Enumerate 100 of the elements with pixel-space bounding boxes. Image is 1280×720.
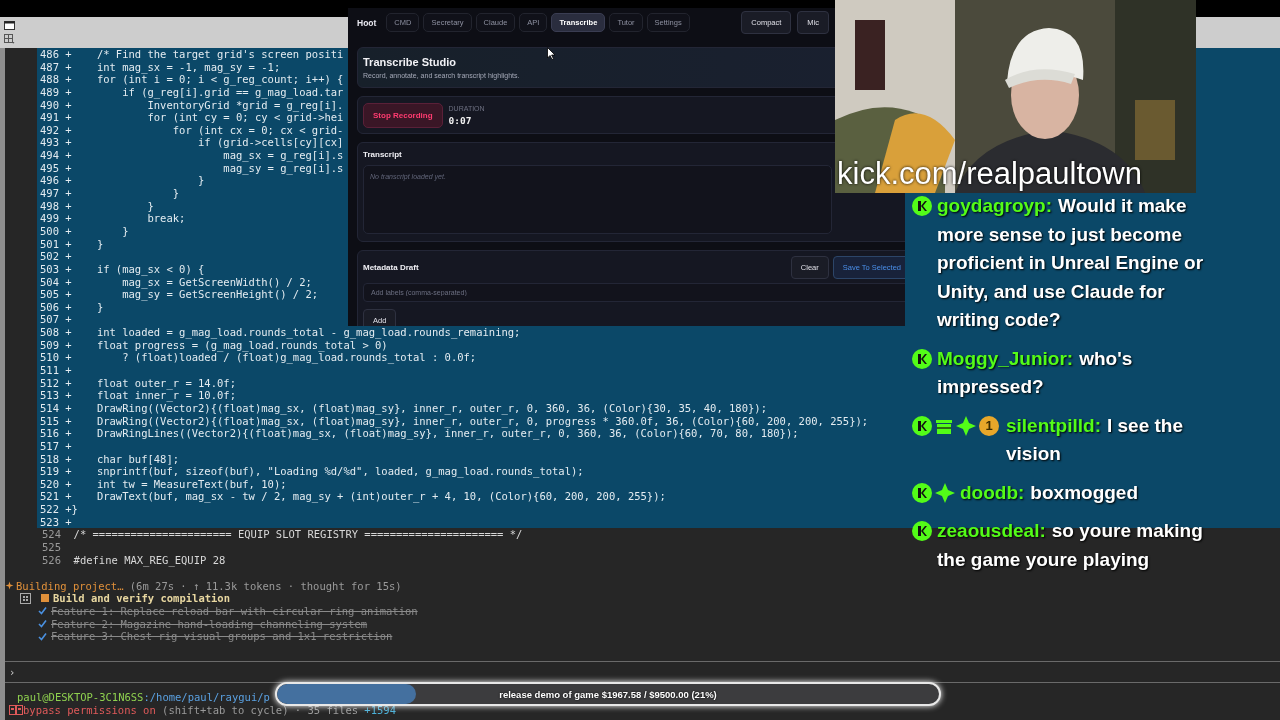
line-number: 489 — [40, 85, 59, 99]
diff-marker: + — [65, 199, 72, 213]
diff-marker: + — [65, 427, 72, 440]
permissions-icon — [9, 705, 23, 716]
status-detail: (6m 27s · ↑ 11.3k tokens · thought for 15s) — [129, 579, 402, 592]
code-line: } — [71, 503, 78, 516]
diff-marker: + — [65, 503, 72, 516]
badge-icon — [912, 415, 932, 436]
code-line: float inner_r = 10.0f; — [95, 389, 236, 402]
spinner-icon — [5, 581, 14, 591]
line-number: 523 — [40, 515, 59, 529]
diff-marker: + — [65, 490, 72, 504]
diff-marker: + — [65, 477, 72, 491]
line-number: 497 — [40, 187, 59, 200]
line-number: 508 — [40, 326, 59, 339]
diff-marker: + — [65, 237, 72, 251]
diff-marker: + — [65, 187, 72, 200]
line-number: 515 — [40, 414, 59, 428]
line-number: 516 — [40, 427, 59, 440]
code-line: snprintf(buf, sizeof(buf), "Loading %d/%d", loaded, g_mag_load.rounds_total); — [95, 465, 584, 478]
code-line: if (g_reg[i].grid == g_mag_load.tar — [121, 85, 344, 99]
window-icon — [4, 21, 15, 30]
code-line: DrawRing((Vector2){(float)mag_sx, (float)mag_sy}, inner_r, outer_r, 0, 360, 36, (Color){30, 35, 40, 180}); — [95, 401, 767, 415]
code-line: #define MAX_REG_EQUIP 28 — [73, 553, 226, 567]
code-line: } — [95, 300, 104, 314]
diff-marker: + — [65, 465, 72, 478]
line-number: 488 — [40, 73, 59, 86]
app-brand: Hoot — [357, 17, 377, 28]
diff-marker: + — [65, 338, 72, 352]
diff-marker: + — [65, 414, 72, 428]
code-line: } — [197, 174, 205, 188]
line-number: 507 — [40, 313, 59, 327]
line-number: 498 — [40, 199, 59, 213]
line-number: 518 — [40, 452, 59, 466]
sparkle-icon — [935, 482, 955, 503]
code-line: /* Find the target grid's screen positi — [95, 48, 344, 61]
code-line: mag_sy = GetScreenHeight() / 2; — [121, 288, 319, 301]
task-text: Feature 1: Replace reload bar with circular ring animation — [51, 605, 418, 617]
diff-marker: + — [65, 439, 72, 453]
line-number: 486 — [40, 48, 59, 61]
line-number: 511 — [40, 364, 59, 377]
diff-marker: + — [65, 275, 72, 289]
sparkle-icon — [956, 415, 976, 436]
line-number: 487 — [40, 60, 59, 74]
code-line: DrawRing((Vector2){(float)mag_sx, (float)mag_sy}, inner_r, outer_r, 0, progress * 360.0f, 36, (Color){60, 200, 200, 255}); — [95, 414, 869, 428]
line-number: 495 — [40, 161, 59, 175]
line-number: 502 — [40, 250, 59, 263]
line-number: 494 — [40, 149, 59, 162]
diff-marker: + — [65, 351, 72, 364]
line-number: 519 — [40, 465, 59, 478]
line-number: 499 — [40, 212, 59, 225]
code-line: DrawText(buf, mag_sx - tw / 2, mag_sy + (int)outer_r + 4, 10, (Color){60, 200, 200, 255}); — [95, 490, 666, 504]
diff-marker: + — [65, 136, 72, 150]
diff-marker: + — [65, 326, 72, 339]
code-line: } — [121, 224, 129, 238]
diff-marker: + — [65, 48, 72, 61]
current-path: :/home/paul/raygui/p — [143, 690, 270, 704]
diff-marker: + — [65, 85, 72, 99]
permission-mode: bypass permissions on — [23, 703, 156, 717]
line-number: 503 — [40, 262, 59, 276]
code-line: mag_sx = g_reg[i].s — [222, 149, 344, 162]
code-line: mag_sy = g_reg[i].s — [222, 161, 344, 175]
diff-marker: + — [65, 364, 72, 377]
line-number: 517 — [40, 439, 59, 453]
code-line: for (int i = 0; i < g_reg_count; i++) { — [95, 73, 344, 86]
line-number: 506 — [40, 300, 59, 314]
mode-hint: (shift+tab to cycle) · 35 files — [162, 703, 359, 717]
code-line: int loaded = g_mag_load.rounds_total - g_mag_load.rounds_remaining; — [95, 326, 521, 339]
diff-marker: + — [65, 212, 72, 225]
card-title: Metadata Draft — [363, 263, 420, 272]
code-line: DrawRingLines((Vector2){(float)mag_sx, (float)mag_sy}, inner_r, outer_r, 0, 360, 36, (Color){60, 70, 80, 180}); — [95, 427, 799, 440]
diff-marker: + — [65, 123, 72, 137]
line-number: 521 — [40, 490, 59, 504]
code-line: } — [171, 187, 180, 200]
code-line: } — [146, 199, 154, 213]
diff-marker: + — [65, 174, 72, 188]
chat-message: Moggy_Junior: who's impressed? — [937, 346, 1134, 399]
line-number: 493 — [40, 136, 59, 150]
code-line: int tw = MeasureText(buf, 10); — [95, 477, 287, 491]
line-number: 509 — [40, 338, 59, 352]
task-text: Feature 2: Magazine hand-loading channeling system — [51, 617, 368, 630]
code-line: InventoryGrid *grid = g_reg[i]. — [147, 98, 344, 112]
task-text: Feature 3: Chest rig visual groups and 1x1 restriction — [51, 630, 393, 643]
diff-marker: + — [65, 224, 72, 238]
stop-recording-button[interactable]: Stop Recording — [363, 102, 443, 128]
diff-marker: + — [65, 515, 72, 529]
cursor-icon — [547, 47, 556, 60]
code-line: /* ====================== EQUIP SLOT REGISTRY ====================== */ — [73, 528, 523, 541]
code-line: if (mag_sx < 0) { — [95, 262, 205, 276]
badge-icon — [912, 521, 932, 542]
line-number: 510 — [40, 351, 59, 364]
prompt-symbol: › — [8, 664, 17, 680]
line-number: 522 — [40, 503, 59, 516]
line-number: 512 — [40, 376, 59, 390]
line-number: 524 — [42, 528, 61, 541]
line-number: 526 — [42, 553, 61, 567]
diff-marker: + — [65, 161, 72, 175]
chat-message: doodb: boxmogged — [960, 480, 1140, 505]
code-line: char buf[48]; — [95, 452, 180, 466]
line-number: 525 — [42, 541, 61, 554]
